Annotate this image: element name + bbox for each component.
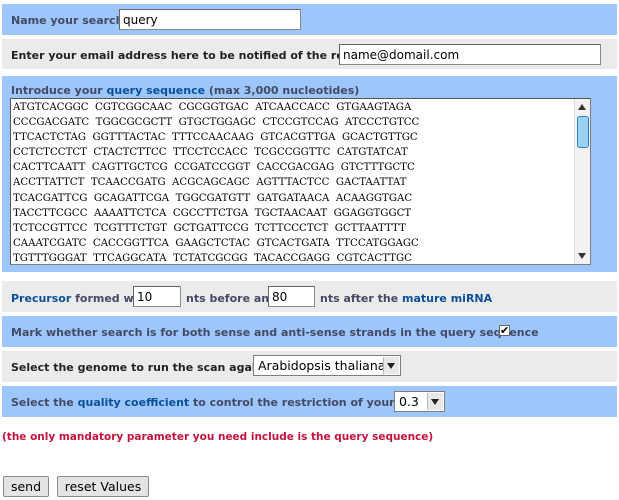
sequence-line: TCACGATTCG GCAGATTCGA TGGCGATGTT GATGATA… [13, 192, 413, 204]
sequence-line: CACTTCAATT CAGTTGCTCG CCGATCCGGT CACCGAC… [13, 162, 415, 174]
scroll-thumb[interactable] [577, 116, 589, 148]
sequence-line: ATGTCACGGC CGTCGGCAAC CGCGGTGAC ATCAACCA… [13, 102, 412, 113]
strands-label: Mark whether search is for both sense an… [11, 326, 539, 339]
email-label: Enter your email address here to be noti… [11, 49, 374, 62]
email-row: Enter your email address here to be noti… [2, 39, 617, 69]
quality-coefficient-link[interactable]: quality coefficient [78, 396, 190, 409]
sequence-line: TTCACTCTAG GGTTTACTAC TTTCCAACAAG GTCACG… [13, 132, 418, 144]
genome-selected-value: Arabidopsis thaliana [258, 358, 386, 373]
precursor-label: Precursor formed with [11, 292, 151, 305]
search-name-input[interactable] [119, 9, 301, 30]
chevron-down-icon [431, 399, 439, 405]
scroll-down-icon[interactable] [578, 253, 586, 259]
precursor-link[interactable]: Precursor [11, 292, 71, 305]
precursor-row: Precursor formed with nts before and nts… [2, 281, 617, 312]
strands-row: Mark whether search is for both sense an… [2, 316, 617, 347]
nts-after-input[interactable] [268, 286, 315, 307]
genome-label: Select the genome to run the scan agains… [11, 361, 276, 374]
quality-dropdown-button[interactable] [427, 393, 443, 410]
search-name-label: Name your search [11, 14, 124, 27]
query-sequence-link[interactable]: query sequence [107, 84, 206, 97]
search-name-row: Name your search [2, 4, 617, 35]
genome-select[interactable]: Arabidopsis thaliana [253, 355, 401, 376]
reset-values-button[interactable]: reset Values [57, 476, 149, 497]
query-sequence-row: Introduce your query sequence (max 3,000… [2, 76, 617, 272]
chevron-down-icon [387, 363, 395, 369]
genome-dropdown-button[interactable] [383, 357, 399, 374]
quality-selected-value: 0.3 [399, 394, 419, 409]
sequence-scrollbar[interactable] [574, 99, 590, 264]
quality-row: Select the quality coefficient to contro… [2, 386, 617, 417]
sequence-line: TCTCCGTTCC TCGTTTCTGT GCTGATTCCG TCTTCCC… [13, 222, 406, 234]
query-sequence-text: ATGTCACGGC CGTCGGCAAC CGCGGTGAC ATCAACCA… [13, 100, 573, 264]
sequence-line: CAAATCGATC CACCGGTTCA GAAGCTCTAC GTCACTG… [13, 237, 419, 249]
quality-label: Select the quality coefficient to contro… [11, 396, 440, 409]
query-sequence-label: Introduce your query sequence (max 3,000… [11, 84, 360, 97]
both-strands-checkbox[interactable]: ✔ [499, 325, 510, 336]
mature-mirna-link[interactable]: mature miRNA [402, 292, 492, 305]
miRNA-search-form: Name your search Enter your email addres… [0, 0, 619, 500]
sequence-line: TACCTTCGCC AAAATTCTCA CGCCTTCTGA TGCTAAC… [13, 207, 412, 219]
sequence-line: ACCTTATTCT TCAACCGATG ACGCAGCAGC AGTTTAC… [13, 177, 407, 189]
nts-before-label: nts before and [186, 292, 277, 305]
nts-before-input[interactable] [133, 286, 181, 307]
send-button[interactable]: send [3, 476, 49, 497]
scroll-up-icon[interactable] [578, 104, 586, 110]
nts-after-label: nts after the mature miRNA [320, 292, 493, 305]
sequence-line: TGTTTGGGAT TTCAGGCATA TCTATCGCGG TACACCG… [13, 252, 412, 264]
sequence-line: CCTCTCCTCT CTACTCTTCC TTCCTCCACC TCGCCGG… [13, 147, 408, 159]
query-sequence-textarea[interactable]: ATGTCACGGC CGTCGGCAAC CGCGGTGAC ATCAACCA… [10, 98, 591, 265]
email-input[interactable] [339, 44, 601, 65]
genome-row: Select the genome to run the scan agains… [2, 351, 617, 382]
mandatory-note: (the only mandatory parameter you need i… [2, 431, 434, 443]
quality-select[interactable]: 0.3 [394, 391, 445, 412]
sequence-line: CCCGACGATC TGGCGCGCTT GTGCTGGAGC CTCCGTC… [13, 117, 420, 129]
